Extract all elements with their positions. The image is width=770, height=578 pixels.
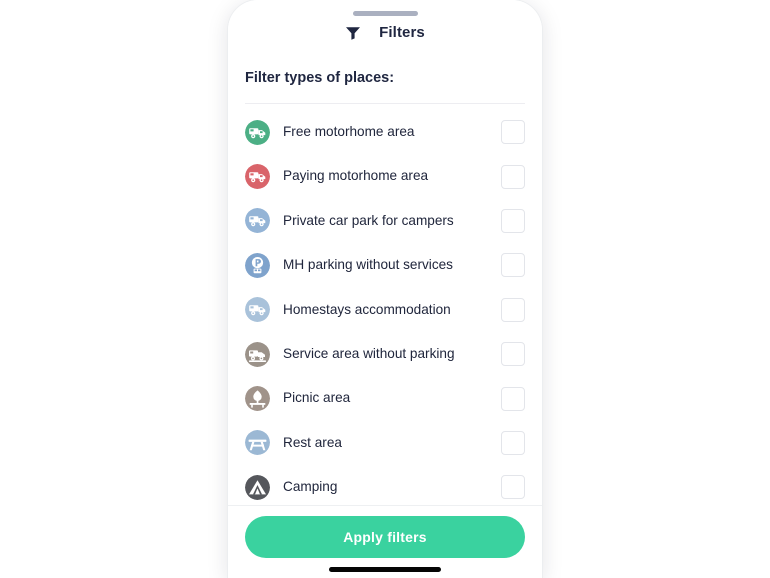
filter-checkbox[interactable] xyxy=(501,120,525,145)
filter-row[interactable]: Camping xyxy=(228,465,542,505)
apply-filters-button[interactable]: Apply filters xyxy=(245,516,525,558)
filter-label: Private car park for campers xyxy=(283,212,454,228)
motorhome-icon xyxy=(245,119,270,145)
filter-label: Service area without parking xyxy=(283,345,455,361)
home-indicator xyxy=(329,567,441,572)
sheet-footer: Apply filters xyxy=(228,505,542,578)
filter-checkbox[interactable] xyxy=(501,430,525,455)
filters-bottom-sheet: Filters Filter types of places: Free mot… xyxy=(228,0,542,578)
filter-label: Free motorhome area xyxy=(283,124,415,140)
filter-row[interactable]: Free motorhome area xyxy=(228,110,542,154)
section-title: Filter types of places: xyxy=(245,70,395,86)
filter-row[interactable]: Service area without parking xyxy=(228,332,542,376)
funnel-icon xyxy=(345,25,361,41)
filter-row[interactable]: Picnic area xyxy=(228,376,542,420)
filter-row[interactable]: MH parking without services xyxy=(228,243,542,287)
filter-list: Free motorhome area Paying motorhome area… xyxy=(228,104,542,505)
screen: Filters Filter types of places: Free mot… xyxy=(0,0,770,578)
filter-row[interactable]: Homestays accommodation xyxy=(228,288,542,332)
filter-row[interactable]: Private car park for campers xyxy=(228,199,542,243)
filter-checkbox[interactable] xyxy=(501,164,525,189)
parking-p-icon xyxy=(245,252,270,278)
filter-label: Paying motorhome area xyxy=(283,168,429,184)
filter-checkbox[interactable] xyxy=(501,297,525,322)
picnic-tree-icon xyxy=(245,386,270,412)
motorhome-icon xyxy=(245,164,270,190)
drag-handle-area[interactable] xyxy=(228,0,542,18)
page-title: Filters xyxy=(379,24,425,41)
tent-icon xyxy=(245,474,270,500)
filter-checkbox[interactable] xyxy=(501,342,525,367)
filter-checkbox[interactable] xyxy=(501,386,525,411)
phone-frame: Filters Filter types of places: Free mot… xyxy=(228,0,542,578)
drag-handle[interactable] xyxy=(352,10,418,16)
filter-label: Picnic area xyxy=(283,390,351,406)
motorhome-icon xyxy=(245,297,270,323)
filter-row[interactable]: Rest area xyxy=(228,421,542,465)
picnic-table-icon xyxy=(245,430,270,456)
filter-label: Homestays accommodation xyxy=(283,301,451,317)
filter-checkbox[interactable] xyxy=(501,475,525,500)
filter-label: Camping xyxy=(283,479,338,495)
sheet-header: Filters xyxy=(228,18,542,53)
filter-row[interactable]: Paying motorhome area xyxy=(228,154,542,198)
filter-label: Rest area xyxy=(283,434,342,450)
filter-checkbox[interactable] xyxy=(501,208,525,233)
motorhome-icon xyxy=(245,208,270,234)
service-station-icon xyxy=(245,341,270,367)
filter-label: MH parking without services xyxy=(283,257,453,273)
filter-checkbox[interactable] xyxy=(501,253,525,278)
